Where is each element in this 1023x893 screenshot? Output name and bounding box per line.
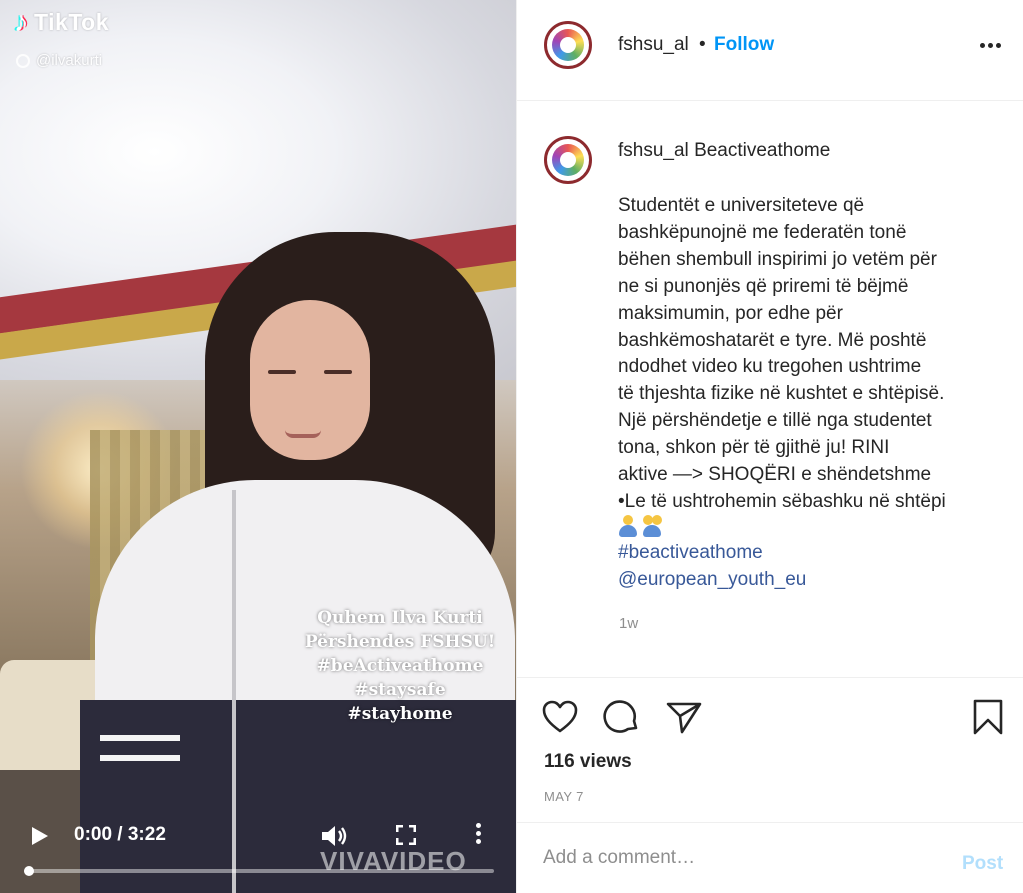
- video-player[interactable]: ♪ TikTok @ilvakurti Quhem Ilva Kurti Për…: [0, 0, 516, 893]
- overlay-line: #stayhome: [347, 704, 453, 724]
- caption-username[interactable]: fshsu_al: [618, 140, 689, 161]
- caption-header: fshsu_al Beactiveathome: [618, 140, 830, 162]
- more-options-icon[interactable]: [476, 823, 482, 847]
- header-username[interactable]: fshsu_al: [618, 34, 689, 56]
- jacket-stripe: [100, 735, 180, 741]
- volume-icon[interactable]: [320, 824, 348, 848]
- progress-handle[interactable]: [24, 866, 34, 876]
- overlay-line: #beActiveathome: [316, 656, 484, 676]
- post-sidebar: fshsu_al • Follow fshsu_al Beactiveathom…: [516, 0, 1023, 893]
- play-icon[interactable]: [32, 827, 48, 845]
- avatar[interactable]: [544, 21, 592, 69]
- progress-bar[interactable]: [24, 869, 494, 873]
- more-options-icon[interactable]: [980, 43, 1001, 48]
- fullscreen-icon[interactable]: [396, 825, 416, 845]
- comment-icon[interactable]: [603, 698, 641, 736]
- post-comment-button[interactable]: Post: [962, 853, 1003, 875]
- tiktok-wordmark: TikTok: [34, 8, 109, 35]
- tiktok-note-icon: ♪: [14, 6, 28, 37]
- video-controls: 0:00 / 3:22: [0, 815, 516, 893]
- share-send-icon[interactable]: [665, 698, 703, 736]
- separator-dot: •: [699, 34, 706, 55]
- caption-text: Studentët e universiteteve që bashkëpuno…: [618, 195, 946, 512]
- video-person: [0, 0, 516, 893]
- people-wrestling-icon: [642, 515, 662, 537]
- comment-input[interactable]: [543, 843, 943, 873]
- person-eye-left: [268, 370, 296, 374]
- person-eye-right: [324, 370, 352, 374]
- hashtag-link[interactable]: #beactiveathome: [618, 542, 763, 564]
- overlay-line: Përshendes FSHSU!: [304, 632, 496, 652]
- overlay-line: Quhem Ilva Kurti: [317, 608, 483, 628]
- post-time-ago[interactable]: 1w: [619, 615, 638, 632]
- post-date: MAY 7: [544, 789, 584, 804]
- follow-button[interactable]: Follow: [714, 34, 774, 56]
- person-in-lotus-position-icon: [618, 515, 638, 537]
- view-count[interactable]: 116 views: [544, 751, 632, 773]
- jacket-stripe: [100, 755, 180, 761]
- tiktok-handle-text: @ilvakurti: [36, 52, 103, 69]
- post-header: fshsu_al • Follow: [517, 0, 1023, 101]
- tiktok-handle: @ilvakurti: [16, 52, 102, 69]
- caption-emojis: [618, 515, 662, 537]
- video-overlay-text: Quhem Ilva Kurti Përshendes FSHSU! #beAc…: [280, 606, 516, 726]
- comment-bar: Post: [517, 822, 1023, 893]
- overlay-line: #staysafe: [354, 680, 446, 700]
- user-icon: [16, 53, 30, 68]
- like-heart-icon[interactable]: [541, 698, 579, 736]
- person-mouth: [285, 430, 321, 438]
- caption-title: Beactiveathome: [694, 140, 831, 161]
- video-time: 0:00 / 3:22: [74, 824, 166, 845]
- save-bookmark-icon[interactable]: [969, 698, 1007, 736]
- mention-link[interactable]: @european_youth_eu: [618, 569, 806, 591]
- caption-avatar[interactable]: [544, 136, 592, 184]
- tiktok-logo: ♪ TikTok: [14, 5, 109, 39]
- action-bar: 116 views MAY 7: [517, 677, 1023, 822]
